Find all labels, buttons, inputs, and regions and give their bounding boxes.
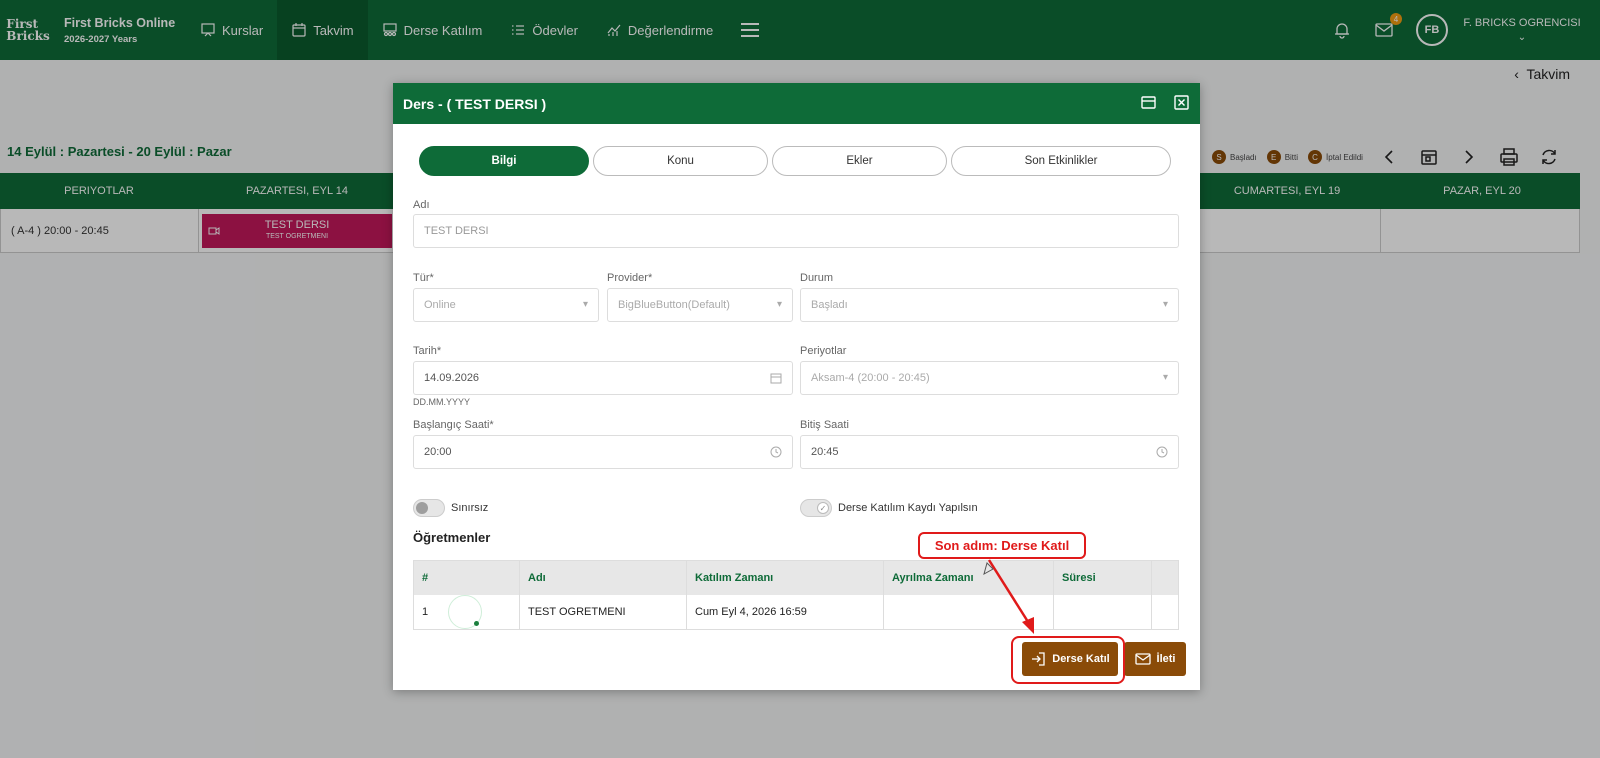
column-header: #: [414, 561, 520, 595]
start-time-input[interactable]: 20:00: [413, 435, 793, 469]
end-time-input[interactable]: 20:45: [800, 435, 1179, 469]
attendance-toggle-row: ✓ Derse Katılım Kaydı Yapılsın: [800, 499, 978, 517]
type-value: Online: [424, 299, 456, 311]
attendance-toggle[interactable]: ✓: [800, 499, 832, 517]
column-header: Katılım Zamanı: [687, 561, 884, 595]
column-header: Süresi: [1054, 561, 1152, 595]
calendar-icon[interactable]: [770, 372, 782, 384]
start-time-label: Başlangıç Saati*: [413, 419, 494, 431]
period-select[interactable]: Aksam-4 (20:00 - 20:45) ▾: [800, 361, 1179, 395]
start-time-value: 20:00: [424, 446, 452, 458]
table-row: 1 TEST OGRETMENI Cum Eyl 4, 2026 16:59: [414, 595, 1178, 629]
clock-icon[interactable]: [1156, 446, 1168, 458]
highlight-box: [1011, 636, 1125, 684]
end-time-label: Bitiş Saati: [800, 419, 849, 431]
chevron-down-icon: ▾: [1162, 299, 1168, 310]
provider-select[interactable]: BigBlueButton(Default) ▾: [607, 288, 793, 322]
column-header: Ayrılma Zamanı: [884, 561, 1054, 595]
type-select[interactable]: Online ▾: [413, 288, 599, 322]
loading-spinner-icon: [448, 595, 483, 629]
date-label: Tarih*: [413, 345, 442, 357]
name-label: Adı: [413, 199, 430, 211]
chevron-down-icon: ▾: [1162, 372, 1168, 383]
end-time-value: 20:45: [811, 446, 839, 458]
date-value: 14.09.2026: [424, 372, 480, 384]
tab-son-etkinlikler[interactable]: Son Etkinlikler: [951, 146, 1171, 176]
modal-tabs: Bilgi Konu Ekler Son Etkinlikler: [419, 146, 1171, 176]
provider-value: BigBlueButton(Default): [618, 299, 730, 311]
lesson-modal: Ders - ( TEST DERSI ) Bilgi Konu Ekler S…: [393, 83, 1200, 690]
tab-ekler[interactable]: Ekler: [772, 146, 947, 176]
message-button[interactable]: İleti: [1124, 642, 1186, 676]
teachers-table: # Adı Katılım Zamanı Ayrılma Zamanı Süre…: [413, 560, 1179, 630]
unlimited-label: Sınırsız: [451, 502, 489, 514]
period-label: Periyotlar: [800, 345, 847, 357]
type-label: Tür*: [413, 272, 434, 284]
leave-time: [884, 595, 1054, 629]
modal-header: Ders - ( TEST DERSI ): [393, 83, 1200, 124]
message-label: İleti: [1156, 653, 1176, 665]
column-header: Adı: [520, 561, 687, 595]
row-number: 1: [414, 595, 520, 629]
chevron-down-icon: ▾: [582, 299, 588, 310]
status-value: Başladı: [811, 299, 848, 311]
close-icon[interactable]: [1173, 94, 1190, 111]
status-select[interactable]: Başladı ▾: [800, 288, 1179, 322]
maximize-icon[interactable]: [1140, 94, 1157, 111]
check-icon: ✓: [817, 502, 829, 514]
callout-label: Son adım: Derse Katıl: [918, 532, 1086, 559]
tab-bilgi[interactable]: Bilgi: [419, 146, 589, 176]
envelope-icon: [1134, 653, 1151, 665]
teacher-name: TEST OGRETMENI: [520, 595, 687, 629]
teachers-title: Öğretmenler: [413, 530, 491, 545]
join-time: Cum Eyl 4, 2026 16:59: [687, 595, 884, 629]
name-field[interactable]: TEST DERSI: [413, 214, 1179, 248]
tab-konu[interactable]: Konu: [593, 146, 768, 176]
duration: [1054, 595, 1152, 629]
clock-icon[interactable]: [770, 446, 782, 458]
unlimited-toggle[interactable]: [413, 499, 445, 517]
date-input[interactable]: 14.09.2026: [413, 361, 793, 395]
chevron-down-icon: ▾: [776, 299, 782, 310]
date-format-hint: DD.MM.YYYY: [413, 397, 471, 407]
status-label: Durum: [800, 272, 834, 284]
period-value: Aksam-4 (20:00 - 20:45): [811, 372, 930, 384]
attendance-label: Derse Katılım Kaydı Yapılsın: [838, 502, 978, 514]
modal-title: Ders - ( TEST DERSI ): [403, 95, 547, 112]
row-number-value: 1: [422, 606, 429, 618]
table-header: # Adı Katılım Zamanı Ayrılma Zamanı Süre…: [414, 561, 1178, 595]
unlimited-toggle-row: Sınırsız: [413, 499, 488, 517]
provider-label: Provider*: [607, 272, 653, 284]
